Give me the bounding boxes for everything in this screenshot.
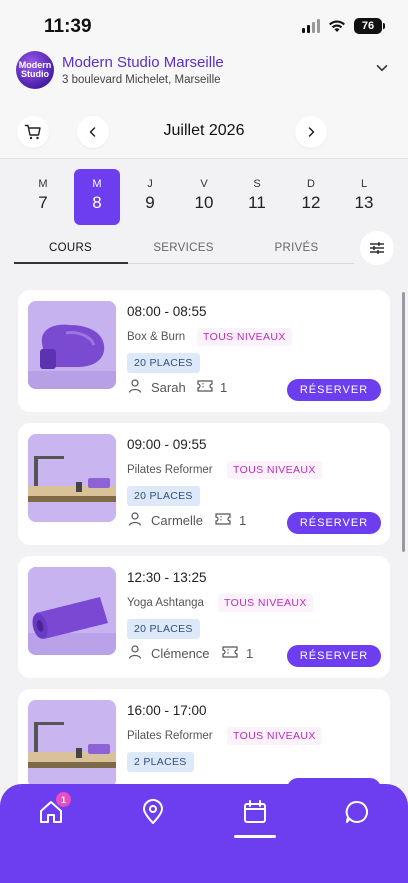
chat-icon[interactable] [343, 798, 371, 826]
tab-prives[interactable]: PRIVÉS [240, 242, 353, 254]
ticket-icon [215, 513, 231, 525]
level-badge: TOUS NIVEAUX [227, 727, 322, 745]
next-month-button[interactable] [295, 116, 327, 148]
places-badge: 20 PLACES [127, 486, 200, 506]
header-divider [0, 158, 408, 159]
day-name: M [92, 178, 102, 190]
studio-address: 3 boulevard Michelet, Marseille [62, 74, 221, 86]
day-number: 13 [354, 193, 374, 212]
day-name: V [200, 178, 208, 190]
reformer-icon [28, 434, 116, 522]
day-name: M [38, 178, 48, 190]
level-badge: TOUS NIVEAUX [197, 328, 292, 346]
day-item[interactable]: J 9 [127, 169, 173, 225]
filter-button[interactable] [360, 231, 394, 265]
day-item-selected[interactable]: M 8 [74, 169, 120, 225]
reserve-button[interactable]: RÉSERVER [287, 512, 381, 534]
studio-name[interactable]: Modern Studio Marseille [62, 54, 224, 71]
person-icon [128, 645, 142, 659]
day-name: D [307, 178, 315, 190]
day-number: 11 [248, 193, 266, 212]
class-time: 16:00 - 17:00 [127, 703, 207, 718]
day-number: 12 [301, 193, 321, 212]
class-time: 08:00 - 08:55 [127, 304, 207, 319]
class-name: Box & Burn [127, 331, 186, 343]
places-badge: 2 PLACES [127, 752, 194, 772]
tab-cours[interactable]: COURS [14, 242, 127, 254]
day-item[interactable]: S 11 [234, 169, 280, 225]
studio-logo: Modern Studio [16, 51, 54, 89]
level-badge: TOUS NIVEAUX [227, 461, 322, 479]
ticket-icon [197, 380, 213, 392]
class-name: Yoga Ashtanga [127, 597, 204, 609]
class-time: 09:00 - 09:55 [127, 437, 207, 452]
coach-name: Carmelle [151, 513, 204, 528]
person-icon [128, 512, 142, 526]
chevron-left-icon [89, 127, 96, 137]
location-icon[interactable] [139, 798, 167, 826]
person-icon [128, 379, 142, 393]
status-icons: 76 [302, 18, 385, 34]
tab-bar: COURS SERVICES PRIVÉS [14, 236, 354, 264]
ticket-icon [222, 646, 238, 658]
notification-badge: 1 [56, 792, 71, 807]
places-badge: 20 PLACES [127, 619, 200, 639]
level-badge: TOUS NIVEAUX [218, 594, 313, 612]
month-selector: Juillet 2026 [0, 116, 408, 148]
day-name: J [147, 178, 153, 190]
class-name: Pilates Reformer [127, 464, 213, 476]
reserve-button[interactable]: RÉSERVER [287, 379, 381, 401]
reserve-button[interactable]: RÉSERVER [287, 645, 381, 667]
coach-name: Clémence [151, 646, 210, 661]
day-item[interactable]: M 7 [20, 169, 66, 225]
class-image [28, 567, 116, 655]
prev-month-button[interactable] [77, 116, 109, 148]
class-name: Pilates Reformer [127, 730, 213, 742]
boxing-glove-icon [28, 301, 116, 389]
chevron-down-icon[interactable] [376, 62, 388, 74]
class-image [28, 301, 116, 389]
header: Modern Studio Modern Studio Marseille 3 … [0, 48, 408, 158]
ticket-count: 1 [239, 513, 247, 528]
nav-active-indicator [234, 835, 276, 838]
wifi-icon [329, 20, 345, 32]
signal-icon [302, 19, 320, 33]
class-card[interactable]: 08:00 - 08:55 Box & Burn TOUS NIVEAUX 20… [18, 290, 390, 412]
day-item[interactable]: L 13 [341, 169, 387, 225]
day-strip: M 7 M 8 J 9 V 10 S 11 D 12 L 13 [16, 169, 392, 225]
sliders-icon [370, 242, 384, 254]
scrollbar[interactable] [402, 292, 405, 552]
class-image [28, 700, 116, 788]
tab-active-indicator [14, 262, 128, 264]
class-time: 12:30 - 13:25 [127, 570, 207, 585]
day-number: 10 [194, 193, 214, 212]
class-image [28, 434, 116, 522]
ticket-count: 1 [220, 380, 228, 395]
logo-line2: Studio [21, 69, 49, 79]
status-bar: 11:39 76 [0, 0, 408, 48]
calendar-icon[interactable] [241, 798, 269, 826]
ticket-count: 1 [246, 646, 254, 661]
status-time: 11:39 [44, 16, 92, 37]
reformer-icon [28, 700, 116, 788]
month-label: Juillet 2026 [163, 122, 245, 139]
day-item[interactable]: D 12 [288, 169, 334, 225]
tab-services[interactable]: SERVICES [127, 242, 240, 254]
class-card[interactable]: 09:00 - 09:55 Pilates Reformer TOUS NIVE… [18, 423, 390, 545]
places-badge: 20 PLACES [127, 353, 200, 373]
battery-icon: 76 [354, 18, 385, 34]
day-name: S [253, 178, 261, 190]
bottom-nav: 1 [0, 784, 408, 883]
day-number: 9 [145, 193, 155, 212]
day-item[interactable]: V 10 [181, 169, 227, 225]
yoga-mat-icon [28, 567, 116, 655]
day-number: 8 [92, 193, 102, 212]
chevron-right-icon [308, 127, 315, 137]
class-card[interactable]: 12:30 - 13:25 Yoga Ashtanga TOUS NIVEAUX… [18, 556, 390, 678]
coach-name: Sarah [151, 380, 186, 395]
day-number: 7 [38, 193, 48, 212]
day-name: L [360, 178, 368, 190]
